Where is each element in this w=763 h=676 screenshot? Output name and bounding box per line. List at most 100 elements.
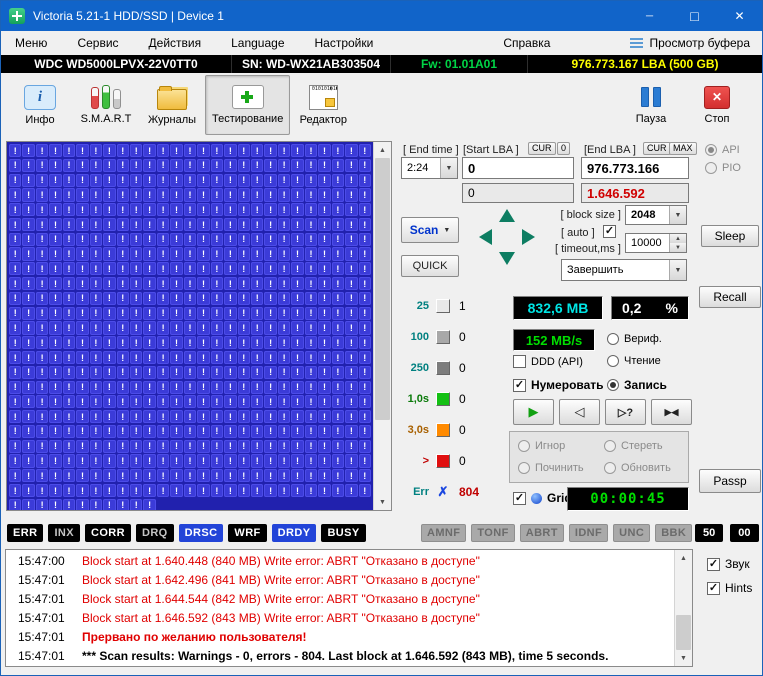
play-button[interactable]	[513, 399, 554, 425]
minimize-button[interactable]	[627, 1, 672, 31]
chevron-down-icon[interactable]	[669, 206, 686, 224]
scroll-up-icon[interactable]	[374, 142, 391, 158]
close-button[interactable]	[717, 1, 762, 31]
scan-button[interactable]: Scan	[401, 217, 459, 243]
grid-checkbox[interactable]: Grid	[513, 491, 572, 505]
pause-button[interactable]: Пауза	[618, 75, 684, 135]
verify-radio[interactable]: Вериф.	[607, 333, 662, 345]
arrow-up-icon[interactable]	[499, 209, 515, 222]
grid-scroll-thumb[interactable]	[375, 158, 390, 420]
maximize-button[interactable]	[672, 1, 717, 31]
editor-button[interactable]: Редактор	[290, 75, 356, 135]
menu-item-5[interactable]: Настройки	[300, 31, 389, 55]
radio-icon[interactable]	[705, 144, 717, 156]
end-lba-input[interactable]: 976.773.166	[581, 157, 689, 179]
log-scroll-thumb[interactable]	[676, 615, 691, 650]
jump-next-button[interactable]	[605, 399, 646, 425]
end-time-select[interactable]: 2:24	[401, 157, 458, 179]
scan-block: !	[22, 203, 34, 216]
arrow-down-icon[interactable]	[499, 252, 515, 265]
scan-block: !	[238, 366, 250, 379]
log-message: Block start at 1.646.592 (843 MB) Write …	[82, 609, 480, 628]
scan-block: !	[49, 351, 61, 364]
menu-item-4[interactable]: Language	[216, 31, 299, 55]
pio-radio[interactable]: PIO	[705, 162, 741, 174]
menu-item-2[interactable]: Сервис	[62, 31, 133, 55]
scan-block: !	[318, 188, 330, 201]
scroll-down-icon[interactable]	[675, 650, 692, 666]
quick-button[interactable]: QUICK	[401, 255, 459, 277]
scan-block: !	[305, 203, 317, 216]
refresh-radio[interactable]: Обновить	[604, 462, 671, 474]
finish-action-select[interactable]: Завершить	[561, 259, 687, 281]
checkbox-icon[interactable]	[513, 355, 526, 368]
stop-button[interactable]: Стоп	[684, 75, 750, 135]
radio-icon[interactable]	[604, 440, 616, 452]
arrow-left-icon[interactable]	[479, 229, 492, 245]
read-radio[interactable]: Чтение	[607, 355, 661, 367]
auto-checkbox[interactable]	[603, 225, 616, 238]
scroll-up-icon[interactable]	[675, 550, 692, 566]
info-button[interactable]: Инфо	[7, 75, 73, 135]
radio-icon[interactable]	[607, 355, 619, 367]
radio-icon[interactable]	[607, 333, 619, 345]
scan-block: !	[157, 469, 169, 482]
end-lba-cur-button[interactable]: CUR	[643, 142, 671, 155]
start-lba-input[interactable]: 0	[462, 157, 574, 179]
scan-block: !	[345, 203, 357, 216]
legend-color-block	[436, 330, 450, 344]
step-back-button[interactable]	[559, 399, 600, 425]
checkbox-icon[interactable]	[513, 492, 526, 505]
scan-block: !	[36, 307, 48, 320]
api-radio[interactable]: API	[705, 144, 740, 156]
radio-icon[interactable]	[705, 162, 717, 174]
radio-icon[interactable]	[518, 462, 530, 474]
direction-pad[interactable]	[475, 205, 539, 269]
scroll-down-icon[interactable]	[374, 494, 391, 510]
scan-block: !	[318, 469, 330, 482]
radio-icon[interactable]	[604, 462, 616, 474]
log-scrollbar[interactable]	[674, 550, 692, 666]
start-lba-cur-button[interactable]: CUR	[528, 142, 556, 155]
grid-scrollbar[interactable]	[373, 142, 391, 510]
start-lba-zero-button[interactable]: 0	[557, 142, 570, 155]
checkbox-icon[interactable]	[707, 582, 720, 595]
scan-block: !	[197, 440, 209, 453]
ignore-radio[interactable]: Игнор	[518, 440, 565, 452]
chevron-down-icon[interactable]	[440, 158, 457, 178]
arrow-right-icon[interactable]	[522, 229, 535, 245]
timeout-spinner[interactable]: 10000	[625, 233, 687, 253]
jump-end-button[interactable]	[651, 399, 692, 425]
menu-item-1[interactable]: Меню	[1, 31, 62, 55]
scan-block: !	[76, 247, 88, 260]
sound-checkbox[interactable]: Звук	[707, 557, 763, 571]
end-lba-max-button[interactable]: MAX	[669, 142, 697, 155]
radio-icon[interactable]	[607, 379, 619, 391]
write-radio[interactable]: Запись	[607, 378, 667, 392]
passport-button[interactable]: Passp	[699, 469, 761, 493]
buffer-view-button[interactable]: Просмотр буфера	[630, 36, 762, 50]
logs-button[interactable]: Журналы	[139, 75, 205, 135]
smart-button[interactable]: S.M.A.R.T	[73, 75, 139, 135]
menu-item-3[interactable]: Действия	[134, 31, 217, 55]
numerate-checkbox[interactable]: Нумеровать	[513, 378, 604, 392]
test-button[interactable]: Тестирование	[205, 75, 290, 135]
erase-radio[interactable]: Стереть	[604, 440, 663, 452]
scan-block: !	[345, 307, 357, 320]
recall-button[interactable]: Recall	[699, 286, 761, 308]
ddd-api-checkbox[interactable]: DDD (API)	[513, 355, 583, 368]
scan-block: !	[238, 469, 250, 482]
checkbox-icon[interactable]	[707, 558, 720, 571]
menu-item-6[interactable]: Справка	[488, 31, 565, 55]
hints-checkbox[interactable]: Hints	[707, 581, 763, 595]
checkbox-icon[interactable]	[513, 379, 526, 392]
scan-block: !	[76, 395, 88, 408]
scan-block: !	[305, 292, 317, 305]
spinner-buttons[interactable]	[669, 234, 686, 252]
chevron-down-icon[interactable]	[669, 260, 686, 280]
sleep-button[interactable]: Sleep	[701, 225, 759, 247]
repair-radio[interactable]: Починить	[518, 462, 584, 474]
radio-icon[interactable]	[518, 440, 530, 452]
scan-block: !	[278, 188, 290, 201]
block-size-select[interactable]: 2048	[625, 205, 687, 225]
